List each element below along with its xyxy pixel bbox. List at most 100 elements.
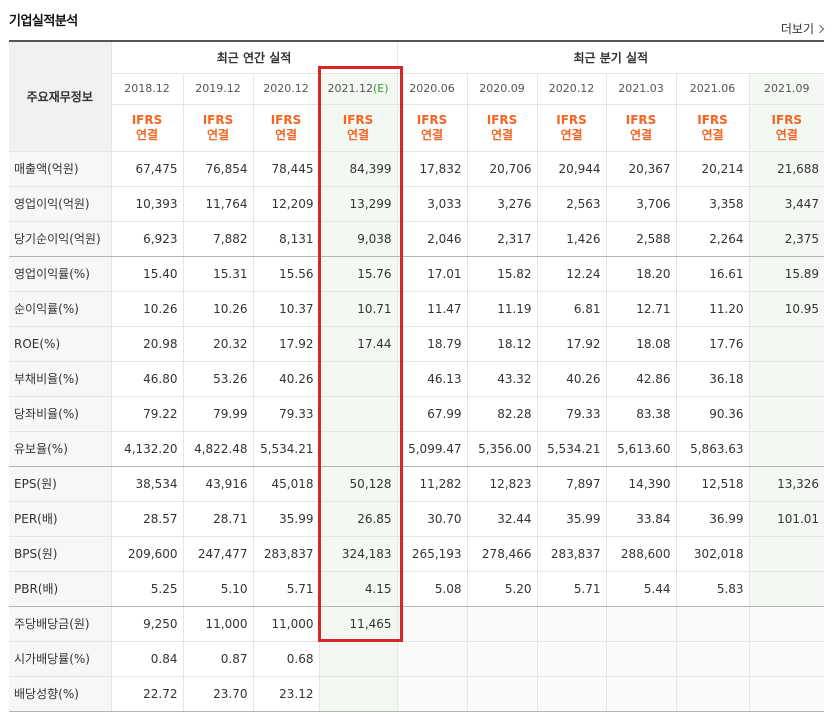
table-row: 당기순이익(억원) 6,923 7,882 8,131 9,038 2,046 2,317 1… (9, 221, 825, 257)
table-cell: 20,706 (467, 151, 538, 187)
table-cell: 1,426 (537, 221, 607, 257)
consolidated-label: 연결 (206, 127, 230, 142)
table-cell: 21,688 (749, 151, 825, 187)
table-cell (467, 676, 538, 712)
table-cell: 5,356.00 (467, 431, 538, 467)
row-label: 매출액(억원) (9, 151, 112, 187)
period-header: 2020.09 (467, 73, 538, 105)
table-cell: 101.01 (749, 501, 825, 537)
table-cell (749, 641, 825, 677)
period-label: 2020.12 (548, 82, 595, 95)
accounting-standard: IFRS 연결 (537, 104, 607, 152)
table-cell: 302,018 (676, 536, 750, 572)
period-header: 2021.06 (676, 73, 750, 105)
table-cell: 17.92 (253, 326, 320, 362)
row-label: 순이익률(%) (9, 291, 112, 327)
table-cell: 40.26 (537, 361, 607, 397)
table-cell: 18.20 (606, 256, 677, 292)
row-label: 당기순이익(억원) (9, 221, 112, 257)
chevron-right-icon (815, 24, 825, 34)
ifrs-label: IFRS (342, 112, 374, 127)
period-label: 2021.09 (764, 82, 810, 95)
accounting-standard: IFRS 연결 (606, 104, 677, 152)
table-cell: 42.86 (606, 361, 677, 397)
table-cell: 10.37 (253, 291, 320, 327)
table-cell: 22.72 (111, 676, 184, 712)
period-label: 2020.09 (479, 82, 525, 95)
ifrs-label: IFRS (131, 112, 163, 127)
period-header: 2020.06 (397, 73, 468, 105)
table-cell: 17.92 (537, 326, 607, 362)
accounting-standard: IFRS 연결 (749, 104, 825, 152)
table-cell: 23.70 (183, 676, 254, 712)
table-cell (319, 641, 398, 677)
table-cell: 5.71 (537, 571, 607, 607)
consolidated-label: 연결 (135, 127, 159, 142)
period-header: 2020.12 (253, 73, 320, 105)
table-cell: 5,863.63 (676, 431, 750, 467)
table-cell: 3,276 (467, 186, 538, 222)
row-label: PER(배) (9, 501, 112, 537)
period-label: 2021.03 (618, 82, 664, 95)
row-label: BPS(원) (9, 536, 112, 572)
table-cell: 4.15 (319, 571, 398, 607)
table-row: 매출액(억원) 67,475 76,854 78,445 84,399 17,832 20,… (9, 151, 825, 187)
table-cell: 53.26 (183, 361, 254, 397)
period-header: 2018.12 (111, 73, 184, 105)
table-cell: 15.31 (183, 256, 254, 292)
ifrs-label: IFRS (486, 112, 518, 127)
row-label: 영업이익(억원) (9, 186, 112, 222)
table-cell: 4,132.20 (111, 431, 184, 467)
table-cell: 17.76 (676, 326, 750, 362)
table-cell: 46.80 (111, 361, 184, 397)
table-cell: 2,317 (467, 221, 538, 257)
accounting-standard: IFRS 연결 (397, 104, 468, 152)
annual-group-header: 최근 연간 실적 (111, 40, 398, 74)
table-cell: 5.25 (111, 571, 184, 607)
quarter-group-header: 최근 분기 실적 (397, 40, 825, 74)
table-cell: 5,534.21 (537, 431, 607, 467)
more-link[interactable]: 더보기 (780, 20, 825, 37)
row-label: 당좌비율(%) (9, 396, 112, 432)
table-row: 주당배당금(원) 9,250 11,000 11,000 11,465 (9, 606, 825, 642)
table-cell: 38,534 (111, 466, 184, 502)
table-cell: 67,475 (111, 151, 184, 187)
table-cell: 2,375 (749, 221, 825, 257)
table-cell: 11,282 (397, 466, 468, 502)
table-cell: 28.57 (111, 501, 184, 537)
table-cell: 11,000 (183, 606, 254, 642)
table-cell: 20.98 (111, 326, 184, 362)
table-cell: 10.26 (183, 291, 254, 327)
table-cell: 79.99 (183, 396, 254, 432)
table-cell (606, 641, 677, 677)
table-cell: 5.44 (606, 571, 677, 607)
row-label: 부채비율(%) (9, 361, 112, 397)
table-row: 당좌비율(%) 79.22 79.99 79.33 67.99 82.28 79.33 83.… (9, 396, 825, 432)
consolidated-label: 연결 (421, 127, 444, 142)
table-cell: 20,214 (676, 151, 750, 187)
ifrs-label: IFRS (270, 112, 302, 127)
table-cell: 40.26 (253, 361, 320, 397)
table-cell: 5.83 (676, 571, 750, 607)
table-row: 영업이익(억원) 10,393 11,764 12,209 13,299 3,033 3,2… (9, 186, 825, 222)
table-cell: 84,399 (319, 151, 398, 187)
table-cell: 2,588 (606, 221, 677, 257)
ifrs-label: IFRS (416, 112, 448, 127)
ifrs-label: IFRS (771, 112, 803, 127)
table-cell: 9,038 (319, 221, 398, 257)
accounting-standard: IFRS 연결 (111, 104, 184, 152)
table-cell: 324,183 (319, 536, 398, 572)
table-cell: 11.19 (467, 291, 538, 327)
table-cell: 15.56 (253, 256, 320, 292)
table-cell: 9,250 (111, 606, 184, 642)
table-cell (397, 606, 468, 642)
more-label: 더보기 (780, 22, 814, 36)
table-cell: 3,033 (397, 186, 468, 222)
table-cell: 14,390 (606, 466, 677, 502)
table-cell: 15.76 (319, 256, 398, 292)
table-cell: 6,923 (111, 221, 184, 257)
accounting-standard: IFRS 연결 (253, 104, 320, 152)
table-cell: 6.81 (537, 291, 607, 327)
table-cell: 76,854 (183, 151, 254, 187)
table-row: 배당성향(%) 22.72 23.70 23.12 (9, 676, 825, 712)
